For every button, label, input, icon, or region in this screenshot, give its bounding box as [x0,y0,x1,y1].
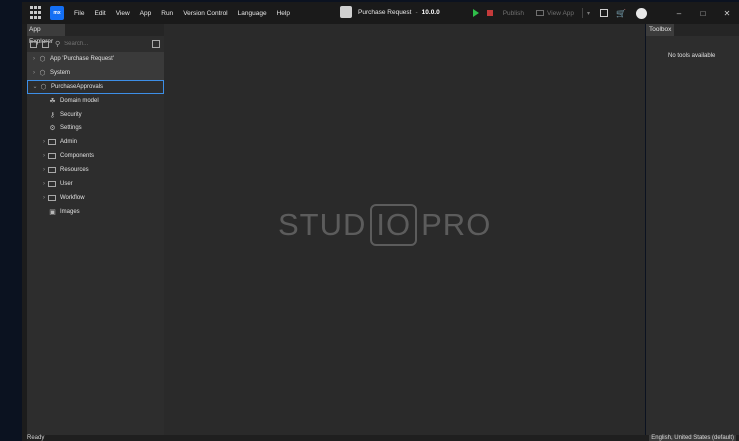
images-icon: ▣ [49,208,56,216]
filter-icon[interactable] [152,40,160,48]
menu-view[interactable]: View [116,10,130,17]
folder-icon [48,139,56,146]
chevron-down-icon[interactable]: ⌄ [31,83,39,90]
window-title: Purchase Request - 10.0.0 [340,6,440,18]
chevron-right-icon[interactable]: › [30,56,38,62]
status-bar: Ready English, United States (default) [27,435,739,441]
project-name: Purchase Request [358,8,412,16]
watermark-box: IO [370,204,418,246]
tree-item-label: Settings [60,125,82,132]
editor-area: STUD IO PRO [164,24,645,435]
module-icon: ⬡ [40,83,47,91]
publish-button[interactable]: Publish [503,10,524,17]
title-separator: - [415,8,418,16]
folder-icon [48,153,56,160]
version-label: 10.0.0 [421,8,440,16]
tree-item-purchaseapprovals[interactable]: ⌄ ⬡ PurchaseApprovals [27,79,164,94]
tree-item-components[interactable]: › Components [27,149,164,163]
menu-help[interactable]: Help [277,10,290,17]
menu-file[interactable]: File [74,10,84,17]
empty-toolbox-message: No tools available [668,53,716,59]
menu-language[interactable]: Language [238,10,267,17]
studio-pro-window: mx File Edit View App Run Version Contro… [0,0,739,441]
watermark-left: STUD [278,207,367,242]
marketplace-icon[interactable]: 🛒 [616,9,626,18]
chevron-right-icon[interactable]: › [30,70,38,76]
chevron-right-icon[interactable]: › [40,181,48,187]
avatar[interactable] [636,7,647,19]
studio-pro-watermark: STUD IO PRO [278,204,491,246]
menu-app[interactable]: App [140,10,152,17]
tree-item-admin[interactable]: › Admin [27,135,164,149]
toolbox-panel: Toolbox No tools available [646,24,739,435]
minimize-button[interactable]: – [667,9,691,18]
watermark-right: PRO [421,207,492,242]
menu-version-control[interactable]: Version Control [183,10,227,17]
tree-item-system[interactable]: › ⬡ System [27,65,164,80]
divider [582,8,584,18]
tree-item-label: User [60,180,73,187]
tree-item-security[interactable]: ⚷ Security [27,108,164,122]
tab-app-explorer[interactable]: App Explorer [27,24,65,45]
tree-item-label: Security [60,111,82,118]
tree-item-label: Workflow [60,194,85,201]
tree-item-resources[interactable]: › Resources [27,163,164,177]
maximize-button[interactable]: □ [691,9,715,18]
gear-icon: ⚙ [49,125,56,133]
tree-item-settings[interactable]: ⚙ Settings [27,121,164,135]
collapse-all-icon[interactable] [30,40,37,48]
tree-item-domain-model[interactable]: ☘ Domain model [27,94,164,108]
tree-item-label: PurchaseApprovals [51,83,104,90]
chevron-right-icon[interactable]: › [40,167,48,173]
status-text: Ready [27,435,45,441]
folder-icon [48,167,56,174]
search-icon: ⚲ [55,41,61,48]
close-button[interactable]: ✕ [715,9,739,18]
expand-all-icon[interactable] [42,40,49,48]
tree-item-app-purchase-request[interactable]: › ⬡ App 'Purchase Request' [27,52,164,66]
menu-edit[interactable]: Edit [94,10,105,17]
tree-item-label: App 'Purchase Request' [50,55,114,62]
chevron-down-icon[interactable]: ▾ [587,10,590,17]
tree-item-workflow[interactable]: › Workflow [27,191,164,205]
tree-item-images[interactable]: ▣ Images [27,205,164,219]
key-icon: ⚷ [49,111,56,119]
explorer-toolbar: ⚲ [27,37,164,51]
domain-model-icon: ☘ [49,97,56,105]
chevron-right-icon[interactable]: › [40,195,48,201]
tree-item-label: Components [60,153,95,160]
explorer-tree: › ⬡ App 'Purchase Request' › ⬡ System ⌄ ⬡ Purcha… [27,52,164,219]
tree-item-label: Domain model [60,97,99,104]
folder-icon [48,180,56,187]
toolbar-right: Publish View App ▾ 🛒 – □ ✕ [472,2,739,24]
app-explorer-panel: App Explorer ⚲ ›⬡App 'Purchase Request'›… [27,24,164,435]
folder-icon [48,194,56,201]
mendix-logo: mx [50,6,64,20]
tab-toolbox[interactable]: Toolbox [646,24,674,36]
view-app-button[interactable]: View App [547,10,574,17]
copy-icon[interactable] [600,9,609,17]
app-icon: ⬡ [39,55,46,63]
tree-item-label: Images [60,208,80,215]
tree-item-label: Resources [60,167,89,174]
chevron-right-icon[interactable]: › [40,139,48,145]
menu-bar: File Edit View App Run Version Control L… [74,10,300,17]
tree-item-label: Admin [60,139,78,146]
tree-item-label: System [50,69,71,76]
monitor-icon [536,10,545,16]
app-launcher-icon[interactable] [30,6,44,20]
run-icon[interactable] [472,9,479,17]
menu-run[interactable]: Run [161,10,173,17]
search-input[interactable] [64,41,145,47]
chevron-right-icon[interactable]: › [40,153,48,159]
stop-icon[interactable] [486,10,493,16]
language-selector[interactable]: English, United States (default) [649,435,736,441]
title-bar: mx File Edit View App Run Version Contro… [22,2,739,24]
project-icon [340,6,352,18]
tree-item-user[interactable]: › User [27,177,164,191]
module-icon: ⬡ [39,69,46,77]
